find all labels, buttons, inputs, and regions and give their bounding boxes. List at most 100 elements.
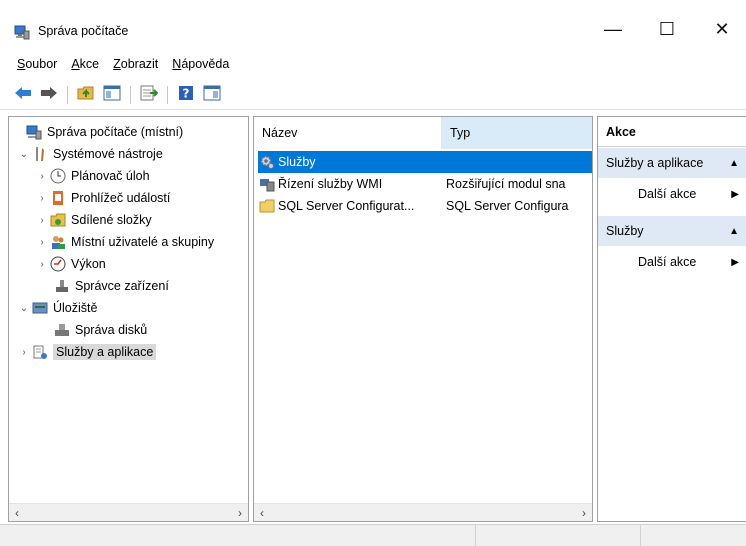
tree-item-services-apps[interactable]: › Služby a aplikace: [17, 341, 157, 363]
forward-arrow-icon: [40, 86, 58, 103]
action-more-actions[interactable]: Další akce ▶: [598, 180, 746, 208]
expander-icon[interactable]: ›: [35, 237, 49, 248]
expander-icon[interactable]: ›: [35, 259, 49, 270]
task-scheduler-icon: [49, 167, 67, 185]
expander-icon[interactable]: ›: [35, 215, 49, 226]
scroll-right-icon[interactable]: ›: [582, 506, 586, 520]
collapse-icon[interactable]: ▲: [729, 158, 739, 169]
tree-item-event-viewer[interactable]: › Prohlížeč událostí: [35, 187, 170, 209]
folder-icon: [258, 197, 276, 215]
services-gear-icon: [258, 153, 276, 171]
scroll-right-icon[interactable]: ›: [238, 506, 242, 520]
list-item-type: SQL Server Configura: [446, 199, 569, 213]
toolbar-separator: [67, 85, 68, 104]
list-item-name: Služby: [278, 155, 316, 169]
scroll-left-icon[interactable]: ‹: [15, 506, 19, 520]
expander-icon[interactable]: ⌄: [17, 149, 31, 160]
close-icon: ✕: [714, 18, 730, 39]
maximize-icon: ☐: [658, 18, 676, 39]
menu-napoveda[interactable]: Nápověda: [172, 57, 229, 71]
action-section-title: Služby a aplikace: [606, 156, 704, 170]
action-more-actions[interactable]: Další akce ▶: [598, 248, 746, 276]
close-button[interactable]: ✕: [699, 14, 745, 44]
toolbar: ?: [0, 80, 746, 110]
column-header-type[interactable]: Typ: [442, 117, 592, 149]
show-hide-tree-button[interactable]: [101, 84, 123, 106]
help-icon: ?: [178, 85, 194, 104]
list-item-sql-server-config[interactable]: SQL Server Configurat... SQL Server Conf…: [258, 195, 592, 217]
tree-item-performance[interactable]: › Výkon: [35, 253, 106, 275]
toolbar-separator: [130, 85, 131, 104]
minimize-button[interactable]: —: [590, 14, 636, 44]
shared-folders-icon: [49, 211, 67, 229]
show-hide-tree-icon: [103, 85, 121, 104]
actions-pane: Akce Služby a aplikace ▲ Další akce ▶ Sl…: [597, 116, 746, 522]
tree-item-local-users[interactable]: › Místní uživatelé a skupiny: [35, 231, 214, 253]
list-item-wmi-control[interactable]: Řízení služby WMI Rozšiřující modul sna: [258, 173, 592, 195]
title-bar: Správa počítače — ☐ ✕: [0, 0, 746, 48]
status-divider: [475, 525, 476, 546]
tree-item-disk-management[interactable]: Správa disků: [53, 319, 147, 341]
tree-item-shared-folders[interactable]: › Sdílené složky: [35, 209, 151, 231]
list-item-name: SQL Server Configurat...: [278, 199, 415, 213]
window-title: Správa počítače: [38, 24, 129, 38]
services-apps-icon: [31, 343, 49, 361]
tree-horizontal-scrollbar[interactable]: ‹ ›: [9, 503, 248, 521]
results-list-pane: Název Typ Služby Řízení služby WMI Rozši…: [253, 116, 593, 522]
tree-item-device-manager[interactable]: Správce zařízení: [53, 275, 169, 297]
show-hide-action-pane-icon: [203, 85, 221, 104]
expander-icon[interactable]: ›: [17, 347, 31, 358]
event-viewer-icon: [49, 189, 67, 207]
help-button[interactable]: ?: [175, 84, 197, 106]
status-divider: [640, 525, 641, 546]
performance-icon: [49, 255, 67, 273]
tree-item-computer-management[interactable]: Správa počítače (místní): [11, 121, 183, 143]
system-tools-icon: [31, 145, 49, 163]
menu-bar: Soubor Akce Zobrazit Nápověda: [0, 52, 746, 76]
disk-management-icon: [53, 321, 71, 339]
action-section-title: Služby: [606, 224, 644, 238]
list-item-services[interactable]: Služby: [258, 151, 592, 173]
column-header-name[interactable]: Název: [254, 117, 442, 149]
menu-soubor[interactable]: Soubor: [17, 57, 57, 71]
storage-icon: [31, 299, 49, 317]
export-list-icon: [140, 85, 159, 104]
maximize-button[interactable]: ☐: [644, 14, 690, 44]
list-item-type: Rozšiřující modul sna: [446, 177, 566, 191]
up-level-button[interactable]: [75, 84, 97, 106]
actions-header: Akce: [598, 117, 746, 147]
tree-item-system-tools[interactable]: ⌄ Systémové nástroje: [17, 143, 163, 165]
action-section-services-apps[interactable]: Služby a aplikace ▲: [598, 148, 746, 178]
tree-item-storage[interactable]: ⌄ Úložiště: [17, 297, 98, 319]
collapse-icon[interactable]: ▲: [729, 226, 739, 237]
submenu-arrow-icon: ▶: [731, 256, 739, 268]
console-tree-pane: Správa počítače (místní) ⌄ Systémové nás…: [8, 116, 249, 522]
back-button[interactable]: [12, 84, 34, 106]
expander-icon[interactable]: ›: [35, 193, 49, 204]
svg-text:?: ?: [183, 87, 190, 101]
minimize-icon: —: [604, 18, 622, 39]
tree-item-task-scheduler[interactable]: › Plánovač úloh: [35, 165, 150, 187]
list-horizontal-scrollbar[interactable]: ‹ ›: [254, 503, 592, 521]
expander-icon[interactable]: ⌄: [17, 303, 31, 314]
scroll-left-icon[interactable]: ‹: [260, 506, 264, 520]
menu-akce[interactable]: Akce: [71, 57, 99, 71]
computer-management-icon: [25, 123, 43, 141]
status-bar: [0, 524, 746, 546]
expander-icon[interactable]: ›: [35, 171, 49, 182]
show-hide-action-pane-button[interactable]: [201, 84, 223, 106]
toolbar-separator: [167, 85, 168, 104]
back-arrow-icon: [14, 86, 32, 103]
forward-button[interactable]: [38, 84, 60, 106]
local-users-icon: [49, 233, 67, 251]
action-section-services[interactable]: Služby ▲: [598, 216, 746, 246]
submenu-arrow-icon: ▶: [731, 188, 739, 200]
computer-management-icon: [14, 24, 30, 40]
up-folder-icon: [77, 85, 95, 104]
device-manager-icon: [53, 277, 71, 295]
list-header: Název Typ: [254, 117, 592, 149]
wmi-control-icon: [258, 175, 276, 193]
menu-zobrazit[interactable]: Zobrazit: [113, 57, 158, 71]
list-item-name: Řízení služby WMI: [278, 177, 383, 191]
export-list-button[interactable]: [138, 84, 160, 106]
